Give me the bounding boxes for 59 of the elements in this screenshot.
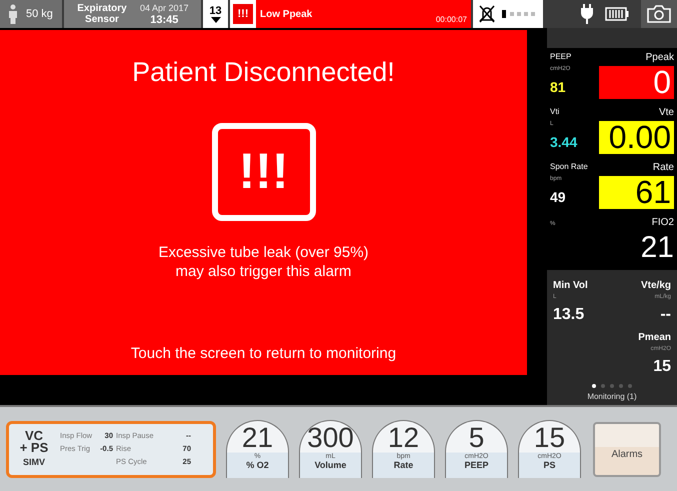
metric-label: Pmean xyxy=(638,332,671,344)
metric-label: FIO2 xyxy=(652,217,674,229)
alarm-count: 13 xyxy=(209,6,222,16)
metric-value: -- xyxy=(660,306,671,324)
metric-value: 81 xyxy=(550,82,567,92)
sensor-text: Expiratory Sensor xyxy=(76,3,128,25)
setting-label: % O2 xyxy=(246,461,269,470)
metric-value: 0 xyxy=(599,66,674,99)
setting-label: PEEP xyxy=(464,461,488,470)
setting-label: PS xyxy=(543,461,556,470)
setting-value: 15 xyxy=(534,424,566,452)
date-text: 04 Apr 2017 xyxy=(140,2,189,14)
power-plug-icon xyxy=(581,4,593,24)
alarm-panel[interactable]: Patient Disconnected! !!! Excessive tube leak (over 95%) may also trigger this alarm Touch the screen to return to monitoring xyxy=(0,30,527,375)
page-label: Monitoring (1) xyxy=(586,391,638,403)
alert-hint: Touch the screen to return to monitoring xyxy=(130,344,396,364)
metric-label: Spon Rate xyxy=(550,162,589,172)
metric-value: 49 xyxy=(550,192,567,202)
alert-message: Excessive tube leak (over 95%) may also trigger this alarm xyxy=(158,242,369,280)
battery-icon xyxy=(605,7,629,21)
person-icon xyxy=(8,4,18,24)
metric-label: Vte xyxy=(658,107,674,119)
setting-label: Volume xyxy=(314,461,346,470)
sensor-panel[interactable]: Expiratory Sensor 04 Apr 2017 13:45 xyxy=(64,0,201,28)
weight-text: 50 kg xyxy=(26,6,53,22)
metric-value: 3.44 xyxy=(550,137,578,147)
setting-value: 5 xyxy=(468,424,484,452)
alarms-button[interactable]: Alarms xyxy=(593,422,661,476)
metric-value: 61 xyxy=(599,176,674,209)
down-arrow-icon xyxy=(210,16,220,22)
level-indicator-icon xyxy=(502,10,536,18)
camera-icon[interactable] xyxy=(647,5,671,23)
metric-value: 15 xyxy=(653,358,671,376)
metric-value: 13.5 xyxy=(553,306,586,324)
time-text: 13:45 xyxy=(150,14,178,26)
alarm-count-button[interactable]: 13 xyxy=(203,0,228,28)
metric-value: 0.00 xyxy=(599,121,674,154)
metric-value: 21 xyxy=(640,231,674,264)
metric-label: Ppeak xyxy=(646,52,674,64)
alert-icon: !!! xyxy=(212,122,316,220)
alarm-text: Low Ppeak xyxy=(260,8,314,22)
mode-text: SIMV xyxy=(22,456,45,468)
metric-label: Vte/kg xyxy=(640,280,671,292)
metric-label: Vti xyxy=(550,107,560,117)
weight-panel[interactable]: 50 kg xyxy=(0,0,62,28)
mode-text: + PS xyxy=(20,442,48,454)
alarm-icon: !!! xyxy=(233,4,253,24)
alert-title: Patient Disconnected! xyxy=(132,56,395,89)
metric-label: PEEP xyxy=(550,52,572,62)
setting-value: 21 xyxy=(242,424,274,452)
setting-label: Rate xyxy=(394,461,414,470)
metric-label: Rate xyxy=(652,162,674,174)
setting-value: 12 xyxy=(388,424,420,452)
metric-label: Min Vol xyxy=(553,280,588,292)
alarm-timer: 00:00:07 xyxy=(436,14,467,26)
alarm-banner[interactable]: !!! Low Ppeak 00:00:07 xyxy=(230,0,471,28)
alarm-silence-icon[interactable] xyxy=(478,4,496,24)
mode-text: VC xyxy=(24,430,44,442)
setting-value: 300 xyxy=(307,424,354,452)
